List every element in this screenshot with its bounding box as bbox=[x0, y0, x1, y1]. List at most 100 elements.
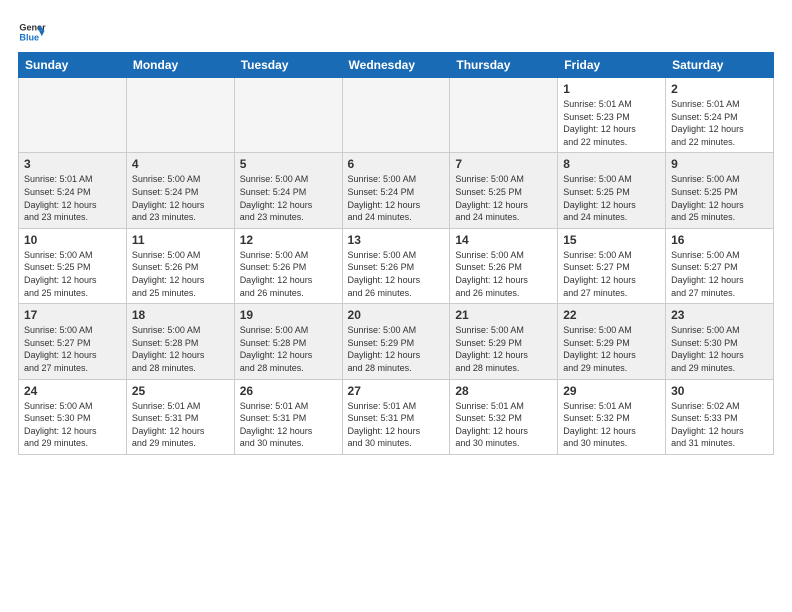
day-info: Sunrise: 5:00 AM Sunset: 5:27 PM Dayligh… bbox=[563, 249, 660, 299]
day-number: 27 bbox=[348, 384, 445, 398]
day-info: Sunrise: 5:01 AM Sunset: 5:24 PM Dayligh… bbox=[671, 98, 768, 148]
day-info: Sunrise: 5:00 AM Sunset: 5:29 PM Dayligh… bbox=[563, 324, 660, 374]
day-info: Sunrise: 5:00 AM Sunset: 5:25 PM Dayligh… bbox=[455, 173, 552, 223]
day-number: 1 bbox=[563, 82, 660, 96]
column-header-monday: Monday bbox=[126, 53, 234, 78]
day-info: Sunrise: 5:00 AM Sunset: 5:26 PM Dayligh… bbox=[240, 249, 337, 299]
calendar-cell: 26 Sunrise: 5:01 AM Sunset: 5:31 PM Dayli… bbox=[234, 379, 342, 454]
calendar-week-row: 24 Sunrise: 5:00 AM Sunset: 5:30 PM Dayli… bbox=[19, 379, 774, 454]
calendar-cell: 3 Sunrise: 5:01 AM Sunset: 5:24 PM Daylig… bbox=[19, 153, 127, 228]
calendar-table: SundayMondayTuesdayWednesdayThursdayFrid… bbox=[18, 52, 774, 455]
day-info: Sunrise: 5:00 AM Sunset: 5:29 PM Dayligh… bbox=[348, 324, 445, 374]
day-info: Sunrise: 5:00 AM Sunset: 5:27 PM Dayligh… bbox=[671, 249, 768, 299]
day-number: 14 bbox=[455, 233, 552, 247]
calendar-cell: 16 Sunrise: 5:00 AM Sunset: 5:27 PM Dayli… bbox=[666, 228, 774, 303]
calendar-week-row: 3 Sunrise: 5:01 AM Sunset: 5:24 PM Daylig… bbox=[19, 153, 774, 228]
day-info: Sunrise: 5:00 AM Sunset: 5:28 PM Dayligh… bbox=[240, 324, 337, 374]
calendar-cell: 11 Sunrise: 5:00 AM Sunset: 5:26 PM Dayli… bbox=[126, 228, 234, 303]
column-header-thursday: Thursday bbox=[450, 53, 558, 78]
calendar-cell: 4Sunrise: 5:00 AM Sunset: 5:24 PM Daylig… bbox=[126, 153, 234, 228]
svg-text:Blue: Blue bbox=[19, 32, 39, 42]
day-info: Sunrise: 5:01 AM Sunset: 5:31 PM Dayligh… bbox=[240, 400, 337, 450]
day-info: Sunrise: 5:00 AM Sunset: 5:24 PM Dayligh… bbox=[348, 173, 445, 223]
day-number: 11 bbox=[132, 233, 229, 247]
day-info: Sunrise: 5:00 AM Sunset: 5:29 PM Dayligh… bbox=[455, 324, 552, 374]
day-number: 17 bbox=[24, 308, 121, 322]
column-header-tuesday: Tuesday bbox=[234, 53, 342, 78]
day-info: Sunrise: 5:01 AM Sunset: 5:24 PM Dayligh… bbox=[24, 173, 121, 223]
calendar-cell: 1 Sunrise: 5:01 AM Sunset: 5:23 PM Daylig… bbox=[558, 78, 666, 153]
calendar-cell: 14 Sunrise: 5:00 AM Sunset: 5:26 PM Dayli… bbox=[450, 228, 558, 303]
calendar-cell bbox=[126, 78, 234, 153]
day-info: Sunrise: 5:00 AM Sunset: 5:30 PM Dayligh… bbox=[24, 400, 121, 450]
calendar-cell: 17 Sunrise: 5:00 AM Sunset: 5:27 PM Dayli… bbox=[19, 304, 127, 379]
day-number: 2 bbox=[671, 82, 768, 96]
day-info: Sunrise: 5:00 AM Sunset: 5:24 PM Dayligh… bbox=[240, 173, 337, 223]
calendar-cell: 25 Sunrise: 5:01 AM Sunset: 5:31 PM Dayli… bbox=[126, 379, 234, 454]
day-info: Sunrise: 5:00 AM Sunset: 5:25 PM Dayligh… bbox=[24, 249, 121, 299]
calendar-cell: 19 Sunrise: 5:00 AM Sunset: 5:28 PM Dayli… bbox=[234, 304, 342, 379]
day-number: 21 bbox=[455, 308, 552, 322]
day-number: 28 bbox=[455, 384, 552, 398]
column-header-wednesday: Wednesday bbox=[342, 53, 450, 78]
calendar-cell: 22Sunrise: 5:00 AM Sunset: 5:29 PM Dayli… bbox=[558, 304, 666, 379]
day-number: 20 bbox=[348, 308, 445, 322]
calendar-cell bbox=[342, 78, 450, 153]
day-number: 26 bbox=[240, 384, 337, 398]
calendar-cell: 28Sunrise: 5:01 AM Sunset: 5:32 PM Dayli… bbox=[450, 379, 558, 454]
day-info: Sunrise: 5:00 AM Sunset: 5:26 PM Dayligh… bbox=[132, 249, 229, 299]
day-number: 13 bbox=[348, 233, 445, 247]
day-number: 25 bbox=[132, 384, 229, 398]
day-number: 3 bbox=[24, 157, 121, 171]
day-number: 30 bbox=[671, 384, 768, 398]
day-info: Sunrise: 5:01 AM Sunset: 5:23 PM Dayligh… bbox=[563, 98, 660, 148]
day-number: 15 bbox=[563, 233, 660, 247]
calendar-cell: 29 Sunrise: 5:01 AM Sunset: 5:32 PM Dayli… bbox=[558, 379, 666, 454]
day-number: 10 bbox=[24, 233, 121, 247]
calendar-cell: 18 Sunrise: 5:00 AM Sunset: 5:28 PM Dayli… bbox=[126, 304, 234, 379]
calendar-cell: 21 Sunrise: 5:00 AM Sunset: 5:29 PM Dayli… bbox=[450, 304, 558, 379]
day-info: Sunrise: 5:01 AM Sunset: 5:31 PM Dayligh… bbox=[348, 400, 445, 450]
calendar-cell: 20 Sunrise: 5:00 AM Sunset: 5:29 PM Dayli… bbox=[342, 304, 450, 379]
calendar-week-row: 17 Sunrise: 5:00 AM Sunset: 5:27 PM Dayli… bbox=[19, 304, 774, 379]
day-number: 8 bbox=[563, 157, 660, 171]
day-info: Sunrise: 5:00 AM Sunset: 5:25 PM Dayligh… bbox=[671, 173, 768, 223]
calendar-cell: 6 Sunrise: 5:00 AM Sunset: 5:24 PM Daylig… bbox=[342, 153, 450, 228]
day-number: 16 bbox=[671, 233, 768, 247]
calendar-cell: 10 Sunrise: 5:00 AM Sunset: 5:25 PM Dayli… bbox=[19, 228, 127, 303]
day-number: 6 bbox=[348, 157, 445, 171]
calendar-cell bbox=[19, 78, 127, 153]
day-number: 9 bbox=[671, 157, 768, 171]
calendar-cell: 13 Sunrise: 5:00 AM Sunset: 5:26 PM Dayli… bbox=[342, 228, 450, 303]
column-header-saturday: Saturday bbox=[666, 53, 774, 78]
day-number: 18 bbox=[132, 308, 229, 322]
day-number: 24 bbox=[24, 384, 121, 398]
column-header-friday: Friday bbox=[558, 53, 666, 78]
header: General Blue bbox=[18, 18, 774, 46]
calendar-week-row: 1 Sunrise: 5:01 AM Sunset: 5:23 PM Daylig… bbox=[19, 78, 774, 153]
calendar-cell: 12 Sunrise: 5:00 AM Sunset: 5:26 PM Dayli… bbox=[234, 228, 342, 303]
day-number: 23 bbox=[671, 308, 768, 322]
calendar-cell: 7 Sunrise: 5:00 AM Sunset: 5:25 PM Daylig… bbox=[450, 153, 558, 228]
day-number: 5 bbox=[240, 157, 337, 171]
day-info: Sunrise: 5:01 AM Sunset: 5:31 PM Dayligh… bbox=[132, 400, 229, 450]
day-info: Sunrise: 5:00 AM Sunset: 5:27 PM Dayligh… bbox=[24, 324, 121, 374]
day-number: 7 bbox=[455, 157, 552, 171]
day-info: Sunrise: 5:00 AM Sunset: 5:26 PM Dayligh… bbox=[455, 249, 552, 299]
calendar-cell: 23Sunrise: 5:00 AM Sunset: 5:30 PM Dayli… bbox=[666, 304, 774, 379]
day-info: Sunrise: 5:01 AM Sunset: 5:32 PM Dayligh… bbox=[563, 400, 660, 450]
day-info: Sunrise: 5:00 AM Sunset: 5:24 PM Dayligh… bbox=[132, 173, 229, 223]
day-info: Sunrise: 5:00 AM Sunset: 5:25 PM Dayligh… bbox=[563, 173, 660, 223]
day-number: 19 bbox=[240, 308, 337, 322]
day-info: Sunrise: 5:00 AM Sunset: 5:26 PM Dayligh… bbox=[348, 249, 445, 299]
calendar-cell: 9 Sunrise: 5:00 AM Sunset: 5:25 PM Daylig… bbox=[666, 153, 774, 228]
calendar-cell: 2 Sunrise: 5:01 AM Sunset: 5:24 PM Daylig… bbox=[666, 78, 774, 153]
calendar-cell: 5 Sunrise: 5:00 AM Sunset: 5:24 PM Daylig… bbox=[234, 153, 342, 228]
calendar-header-row: SundayMondayTuesdayWednesdayThursdayFrid… bbox=[19, 53, 774, 78]
day-info: Sunrise: 5:00 AM Sunset: 5:28 PM Dayligh… bbox=[132, 324, 229, 374]
day-number: 29 bbox=[563, 384, 660, 398]
page: General Blue SundayMondayTuesdayWednesda… bbox=[0, 0, 792, 473]
logo: General Blue bbox=[18, 18, 46, 46]
day-number: 12 bbox=[240, 233, 337, 247]
calendar-cell bbox=[234, 78, 342, 153]
